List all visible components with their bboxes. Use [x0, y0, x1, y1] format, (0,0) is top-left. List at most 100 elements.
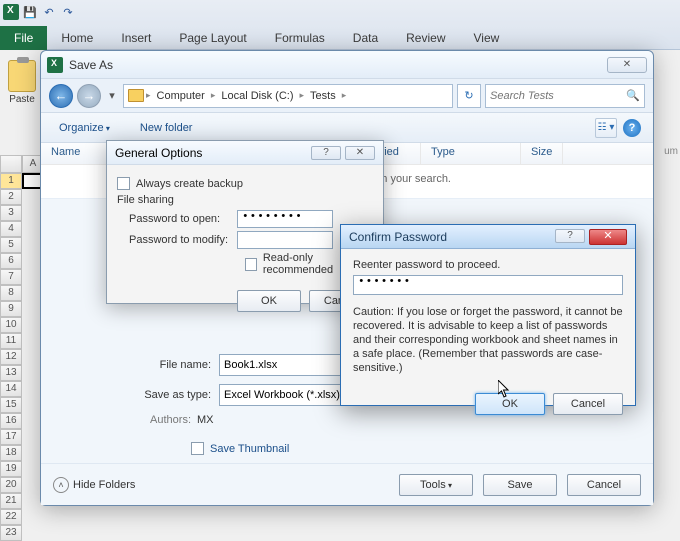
row-header[interactable]: 17: [0, 429, 22, 445]
row-header[interactable]: 4: [0, 221, 22, 237]
ribbon: 💾 ↶ ↷ File Home Insert Page Layout Formu…: [0, 0, 680, 50]
folder-icon: [128, 89, 144, 102]
row-header[interactable]: 14: [0, 381, 22, 397]
tab-data[interactable]: Data: [339, 26, 392, 50]
row-header[interactable]: 10: [0, 317, 22, 333]
help-icon[interactable]: ?: [623, 119, 641, 137]
row-header[interactable]: 20: [0, 477, 22, 493]
column-header-size[interactable]: Size: [521, 143, 563, 164]
save-thumbnail-checkbox[interactable]: [191, 442, 204, 455]
organize-menu[interactable]: Organize: [53, 118, 116, 138]
search-box[interactable]: 🔍: [485, 84, 645, 108]
dialog-titlebar[interactable]: General Options ? ✕: [107, 141, 383, 165]
back-button[interactable]: ←: [49, 84, 73, 108]
chevron-up-icon: ˄: [53, 477, 69, 493]
confirm-password-dialog: Confirm Password ? ✕ Reenter password to…: [340, 224, 636, 406]
row-header[interactable]: 7: [0, 269, 22, 285]
tab-view[interactable]: View: [460, 26, 514, 50]
breadcrumb[interactable]: ▸ Computer ▸ Local Disk (C:) ▸ Tests ▸: [123, 84, 453, 108]
file-sharing-label: File sharing: [117, 194, 373, 206]
refresh-button[interactable]: ↻: [457, 84, 481, 108]
history-dropdown[interactable]: ▾: [105, 84, 119, 108]
tab-insert[interactable]: Insert: [107, 26, 165, 50]
tab-page-layout[interactable]: Page Layout: [165, 26, 260, 50]
help-button[interactable]: ?: [311, 146, 341, 160]
row-header[interactable]: 19: [0, 461, 22, 477]
confirm-password-input[interactable]: •••••••: [353, 275, 623, 295]
chevron-right-icon[interactable]: ▸: [299, 90, 304, 101]
quick-access-toolbar: 💾 ↶ ↷: [3, 2, 76, 22]
breadcrumb-item[interactable]: Local Disk (C:): [217, 90, 297, 102]
password-modify-label: Password to modify:: [129, 234, 237, 246]
save-icon[interactable]: 💾: [22, 4, 38, 20]
ok-button[interactable]: OK: [475, 393, 545, 415]
row-header[interactable]: 2: [0, 189, 22, 205]
row-header[interactable]: 3: [0, 205, 22, 221]
caution-text: Caution: If you lose or forget the passw…: [353, 305, 623, 375]
dialog-footer: ˄ Hide Folders Tools Save Cancel: [41, 463, 653, 505]
dialog-titlebar[interactable]: Save As ✕: [41, 51, 653, 79]
worksheet-grid[interactable]: A 1 2 3 4 5 6 7 8 9 10 11 12 13 14 15 16…: [0, 155, 45, 541]
row-header[interactable]: 5: [0, 237, 22, 253]
password-open-input[interactable]: ••••••••: [237, 210, 333, 228]
row-header[interactable]: 16: [0, 413, 22, 429]
toolbar: Organize New folder ☷ ▾ ?: [41, 113, 653, 143]
undo-icon[interactable]: ↶: [41, 4, 57, 20]
tools-menu[interactable]: Tools: [399, 474, 473, 496]
help-button[interactable]: ?: [555, 229, 585, 243]
close-button[interactable]: ✕: [589, 229, 627, 245]
search-icon[interactable]: 🔍: [626, 89, 640, 102]
save-type-label: Save as type:: [131, 389, 219, 401]
read-only-checkbox[interactable]: [245, 258, 257, 271]
breadcrumb-item[interactable]: Tests: [306, 90, 340, 102]
save-thumbnail-label: Save Thumbnail: [210, 443, 289, 455]
always-backup-checkbox[interactable]: [117, 177, 130, 190]
file-name-label: File name:: [131, 359, 219, 371]
close-button[interactable]: ✕: [345, 146, 375, 160]
ok-button[interactable]: OK: [237, 290, 301, 312]
tab-formulas[interactable]: Formulas: [261, 26, 339, 50]
chevron-right-icon[interactable]: ▸: [342, 90, 347, 101]
row-header[interactable]: 11: [0, 333, 22, 349]
excel-icon: [3, 4, 19, 20]
clipboard-icon: [8, 60, 36, 92]
search-input[interactable]: [490, 90, 620, 102]
authors-label: Authors:: [131, 414, 191, 426]
file-tab[interactable]: File: [0, 26, 47, 50]
breadcrumb-item[interactable]: Computer: [153, 90, 209, 102]
row-header[interactable]: 9: [0, 301, 22, 317]
tab-home[interactable]: Home: [47, 26, 107, 50]
select-all-corner[interactable]: [0, 155, 22, 173]
authors-value[interactable]: MX: [197, 414, 214, 426]
paste-button[interactable]: Paste: [2, 60, 42, 105]
row-header[interactable]: 18: [0, 445, 22, 461]
row-header[interactable]: 23: [0, 525, 22, 541]
hide-folders-toggle[interactable]: ˄ Hide Folders: [53, 477, 135, 493]
tab-review[interactable]: Review: [392, 26, 459, 50]
close-button[interactable]: ✕: [607, 57, 647, 73]
row-header[interactable]: 8: [0, 285, 22, 301]
chevron-right-icon[interactable]: ▸: [211, 90, 216, 101]
cancel-button[interactable]: Cancel: [553, 393, 623, 415]
row-header[interactable]: 13: [0, 365, 22, 381]
reenter-prompt: Reenter password to proceed.: [353, 259, 623, 271]
dialog-titlebar[interactable]: Confirm Password ? ✕: [341, 225, 635, 249]
row-header[interactable]: 6: [0, 253, 22, 269]
row-header[interactable]: 21: [0, 493, 22, 509]
forward-button[interactable]: →: [77, 84, 101, 108]
row-header[interactable]: 15: [0, 397, 22, 413]
row-header[interactable]: 12: [0, 349, 22, 365]
view-options-button[interactable]: ☷ ▾: [595, 118, 617, 138]
row-header[interactable]: 1: [0, 173, 22, 189]
ribbon-tabs: File Home Insert Page Layout Formulas Da…: [0, 24, 513, 50]
column-header-type[interactable]: Type: [421, 143, 521, 164]
cancel-button[interactable]: Cancel: [567, 474, 641, 496]
redo-icon[interactable]: ↷: [60, 4, 76, 20]
save-button[interactable]: Save: [483, 474, 557, 496]
new-folder-button[interactable]: New folder: [134, 118, 199, 138]
dialog-title: General Options: [115, 146, 202, 160]
dialog-title: Save As: [69, 58, 113, 72]
chevron-right-icon[interactable]: ▸: [146, 90, 151, 101]
excel-icon: [47, 57, 63, 73]
password-modify-input[interactable]: [237, 231, 333, 249]
